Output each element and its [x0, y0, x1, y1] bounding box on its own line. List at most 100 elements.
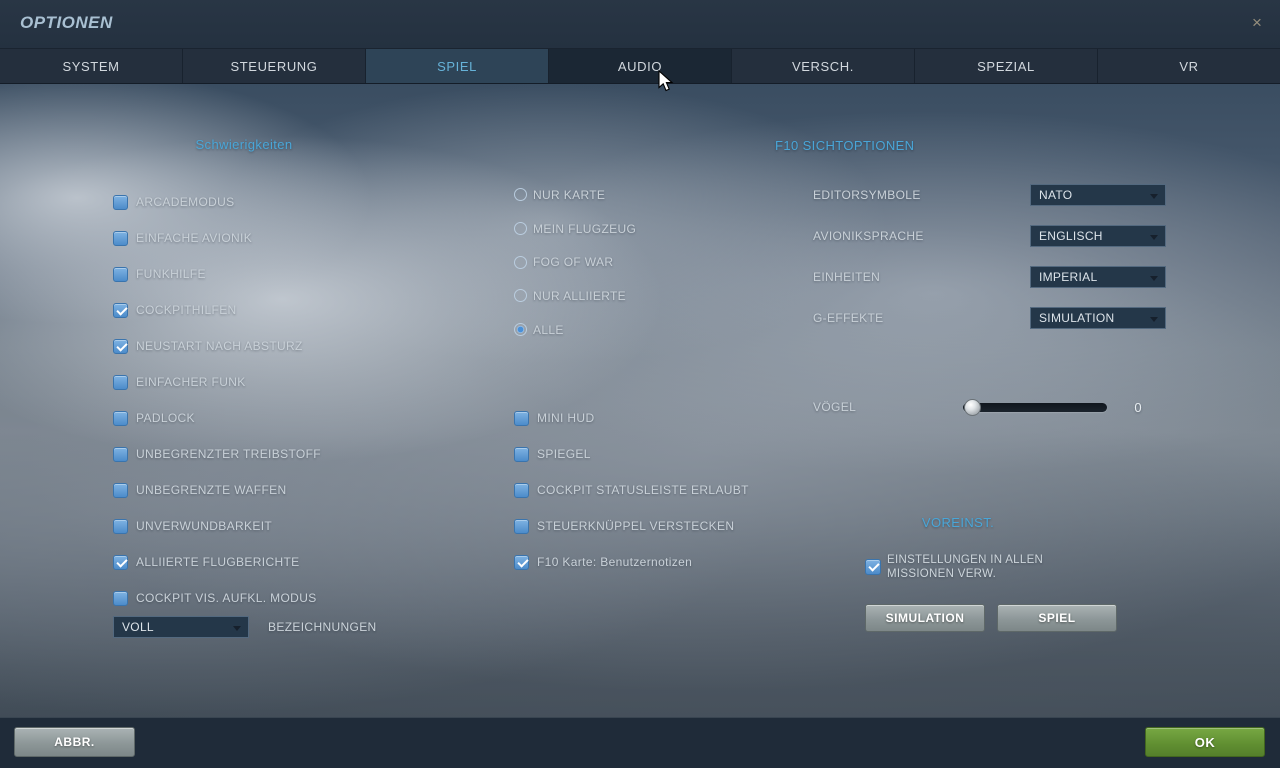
close-icon[interactable]: ×: [1247, 13, 1267, 33]
dropdown-value: NATO: [1039, 188, 1072, 202]
select-label: EINHEITEN: [813, 270, 1030, 284]
select-row-avioniksprache: AVIONIKSPRACHE ENGLISCH: [813, 225, 1166, 247]
radio-button[interactable]: [514, 188, 527, 201]
slider-knob[interactable]: [964, 399, 981, 416]
checkbox-row-unbegrenzte-waffen[interactable]: UNBEGRENZTE WAFFEN: [113, 472, 321, 508]
checkbox[interactable]: [113, 447, 128, 462]
checkbox-row-cockpit-vis-aufkl-modus[interactable]: COCKPIT VIS. AUFKL. MODUS: [113, 580, 321, 616]
tab-versch[interactable]: VERSCH.: [731, 49, 914, 83]
radio-row-nur-karte[interactable]: NUR KARTE: [514, 178, 636, 212]
tab-bar: SYSTEM STEUERUNG SPIEL AUDIO VERSCH. SPE…: [0, 48, 1280, 84]
birds-slider[interactable]: [963, 396, 1107, 418]
checkbox-row-padlock[interactable]: PADLOCK: [113, 400, 321, 436]
checkbox-row-funkhilfe[interactable]: FUNKHILFE: [113, 256, 321, 292]
radio-row-fog-of-war[interactable]: FOG OF WAR: [514, 245, 636, 279]
select-label: G-EFFEKTE: [813, 311, 1030, 325]
checkbox-row-unbegrenzter-treibstoff[interactable]: UNBEGRENZTER TREIBSTOFF: [113, 436, 321, 472]
radio-button[interactable]: [514, 222, 527, 235]
radio-label: NUR KARTE: [533, 188, 605, 202]
view-options-list: MINI HUD SPIEGEL COCKPIT STATUSLEISTE ER…: [514, 400, 749, 580]
checkbox[interactable]: [514, 519, 529, 534]
checkbox[interactable]: [113, 483, 128, 498]
dropdown-value: IMPERIAL: [1039, 270, 1097, 284]
checkbox[interactable]: [865, 559, 881, 575]
preset-spiel-button[interactable]: SPIEL: [997, 604, 1117, 632]
checkbox-row-steuerknueppel-verstecken[interactable]: STEUERKNÜPPEL VERSTECKEN: [514, 508, 749, 544]
checkbox[interactable]: [514, 447, 529, 462]
ok-button[interactable]: OK: [1145, 727, 1265, 757]
checkbox[interactable]: [113, 411, 128, 426]
tab-system[interactable]: SYSTEM: [0, 49, 182, 83]
footer-bar: ABBR. OK: [0, 717, 1280, 768]
checkbox-label: UNBEGRENZTER TREIBSTOFF: [136, 447, 321, 461]
apply-to-all-missions-checkbox-row[interactable]: EINSTELLUNGEN IN ALLEN MISSIONEN VERW.: [865, 553, 1043, 581]
tab-steuerung[interactable]: STEUERUNG: [182, 49, 365, 83]
checkbox-label: ALLIIERTE FLUGBERICHTE: [136, 555, 300, 569]
tab-spiel[interactable]: SPIEL: [365, 49, 548, 83]
dropdown-value: ENGLISCH: [1039, 229, 1103, 243]
tab-audio[interactable]: AUDIO: [548, 49, 731, 83]
g-effekte-dropdown[interactable]: SIMULATION: [1030, 307, 1166, 329]
checkbox-label: F10 Karte: Benutzernotizen: [537, 555, 692, 569]
checkbox[interactable]: [113, 267, 128, 282]
f10-select-rows: EDITORSYMBOLE NATO AVIONIKSPRACHE ENGLIS…: [813, 184, 1166, 348]
tab-spezial[interactable]: SPEZIAL: [914, 49, 1097, 83]
radio-row-mein-flugzeug[interactable]: MEIN FLUGZEUG: [514, 212, 636, 246]
checkbox-label: ARCADEMODUS: [136, 195, 235, 209]
checkbox[interactable]: [113, 303, 128, 318]
checkbox-row-f10-karte-benutzernotizen[interactable]: F10 Karte: Benutzernotizen: [514, 544, 749, 580]
einheiten-dropdown[interactable]: IMPERIAL: [1030, 266, 1166, 288]
checkbox-row-neustart-nach-absturz[interactable]: NEUSTART NACH ABSTURZ: [113, 328, 321, 364]
checkbox-label-line2: MISSIONEN VERW.: [887, 568, 996, 580]
checkbox-row-einfache-avionik[interactable]: EINFACHE AVIONIK: [113, 220, 321, 256]
checkbox[interactable]: [113, 231, 128, 246]
checkbox-row-alliierte-flugberichte[interactable]: ALLIIERTE FLUGBERICHTE: [113, 544, 321, 580]
birds-value: 0: [1115, 400, 1161, 415]
title-bar: OPTIONEN ×: [0, 0, 1280, 48]
slider-track[interactable]: [963, 403, 1107, 412]
birds-label: VÖGEL: [813, 400, 963, 414]
radio-button[interactable]: [514, 289, 527, 302]
checkbox[interactable]: [113, 591, 128, 606]
radio-label: NUR ALLIIERTE: [533, 289, 626, 303]
checkbox[interactable]: [113, 339, 128, 354]
tab-vr[interactable]: VR: [1097, 49, 1280, 83]
labels-dropdown[interactable]: VOLL: [113, 616, 249, 638]
f10-options-heading: F10 SICHTOPTIONEN: [775, 138, 914, 153]
checkbox-label: EINFACHE AVIONIK: [136, 231, 252, 245]
checkbox-row-spiegel[interactable]: SPIEGEL: [514, 436, 749, 472]
checkbox[interactable]: [113, 375, 128, 390]
checkbox-label: SPIEGEL: [537, 447, 591, 461]
checkbox-label: NEUSTART NACH ABSTURZ: [136, 339, 303, 353]
birds-row: VÖGEL 0: [813, 396, 1161, 418]
checkbox-row-arcademodus[interactable]: ARCADEMODUS: [113, 184, 321, 220]
checkbox-label: STEUERKNÜPPEL VERSTECKEN: [537, 519, 734, 533]
radio-row-alle[interactable]: ALLE: [514, 313, 636, 347]
checkbox-row-cockpithilfen[interactable]: COCKPITHILFEN: [113, 292, 321, 328]
checkbox-label-line1: EINSTELLUNGEN IN ALLEN: [887, 554, 1043, 566]
checkbox-label: UNBEGRENZTE WAFFEN: [136, 483, 287, 497]
cancel-button[interactable]: ABBR.: [14, 727, 135, 757]
checkbox[interactable]: [113, 555, 128, 570]
avioniksprache-dropdown[interactable]: ENGLISCH: [1030, 225, 1166, 247]
radio-label: FOG OF WAR: [533, 255, 613, 269]
checkbox-row-mini-hud[interactable]: MINI HUD: [514, 400, 749, 436]
radio-button[interactable]: [514, 323, 527, 336]
checkbox[interactable]: [113, 195, 128, 210]
checkbox-row-unverwundbarkeit[interactable]: UNVERWUNDBARKEIT: [113, 508, 321, 544]
checkbox[interactable]: [514, 411, 529, 426]
dropdown-value: SIMULATION: [1039, 311, 1114, 325]
radio-row-nur-alliierte[interactable]: NUR ALLIIERTE: [514, 279, 636, 313]
select-row-editorsymbole: EDITORSYMBOLE NATO: [813, 184, 1166, 206]
preset-simulation-button[interactable]: SIMULATION: [865, 604, 985, 632]
checkbox[interactable]: [514, 483, 529, 498]
radio-button[interactable]: [514, 256, 527, 269]
checkbox-label: EINFACHER FUNK: [136, 375, 246, 389]
editorsymbole-dropdown[interactable]: NATO: [1030, 184, 1166, 206]
checkbox[interactable]: [113, 519, 128, 534]
checkbox-row-cockpit-statusleiste[interactable]: COCKPIT STATUSLEISTE ERLAUBT: [514, 472, 749, 508]
checkbox-label: FUNKHILFE: [136, 267, 206, 281]
checkbox-row-einfacher-funk[interactable]: EINFACHER FUNK: [113, 364, 321, 400]
checkbox[interactable]: [514, 555, 529, 570]
difficulties-heading: Schwierigkeiten: [113, 137, 375, 152]
